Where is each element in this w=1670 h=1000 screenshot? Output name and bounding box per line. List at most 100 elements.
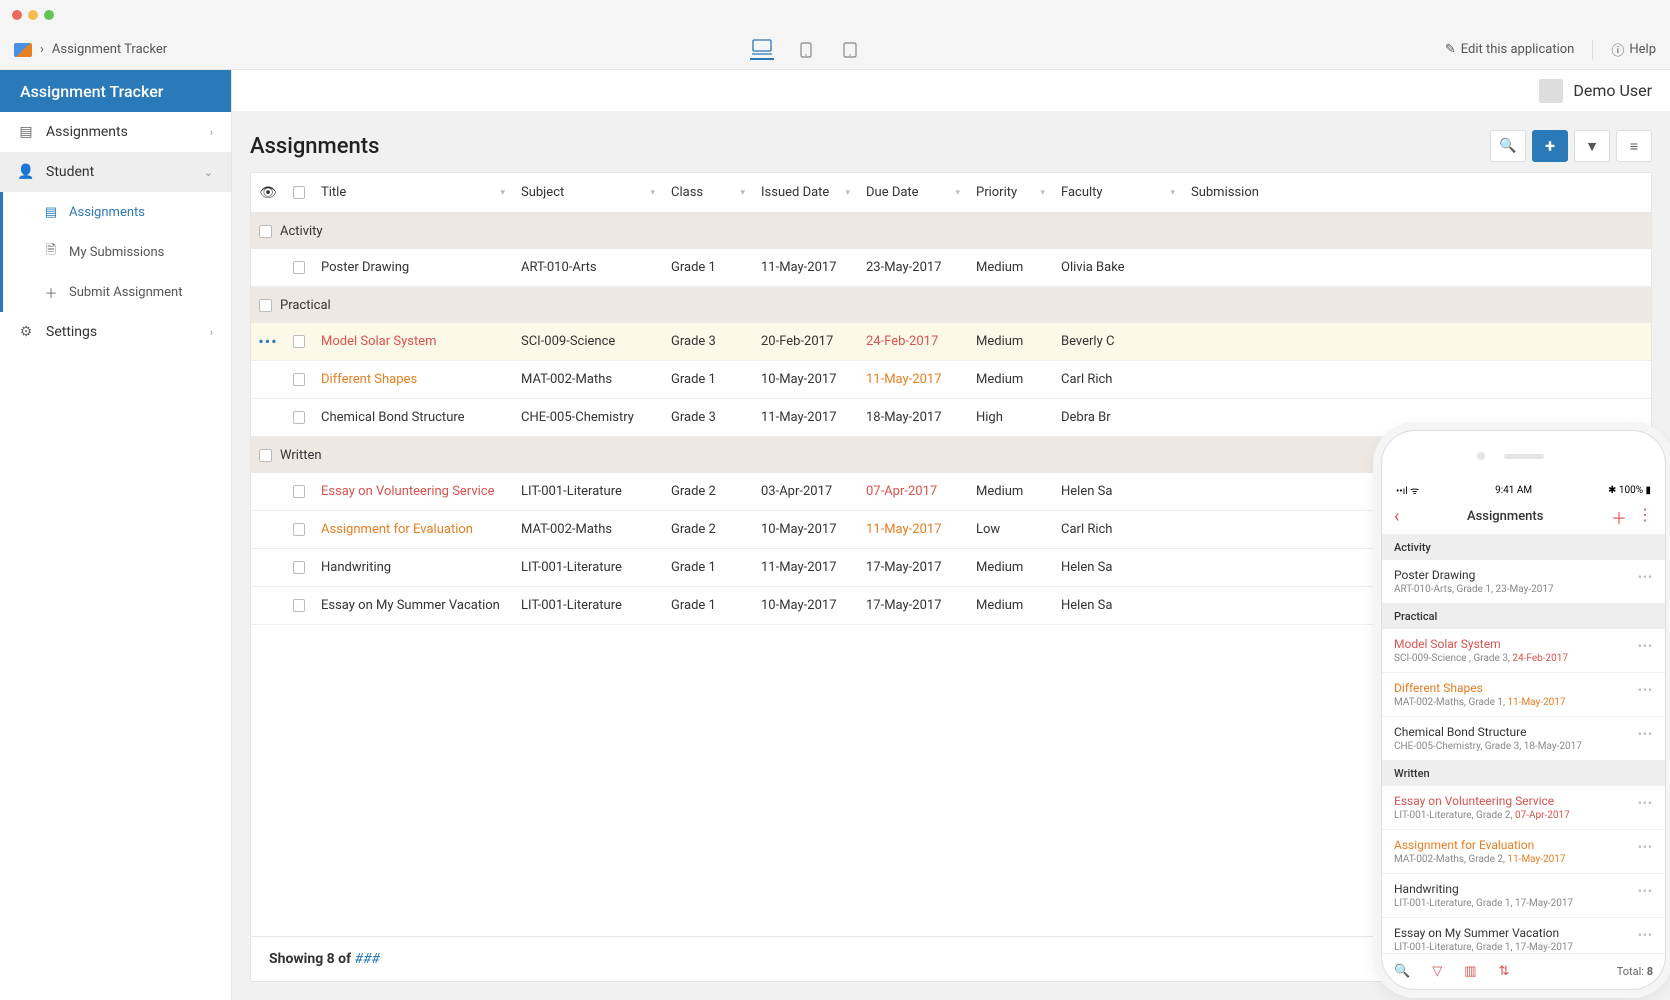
row-checkbox[interactable] (293, 411, 305, 424)
cell-issued: 11-May-2017 (753, 410, 858, 425)
col-faculty[interactable]: Faculty▾ (1053, 185, 1183, 200)
col-submission[interactable]: Submission (1183, 185, 1651, 200)
more-icon[interactable]: ••• (1638, 639, 1653, 653)
sidebar: Assignment Tracker ▤ Assignments › 👤 Stu… (0, 70, 232, 1000)
filter-icon[interactable]: ▽ (1432, 964, 1442, 979)
row-checkbox[interactable] (293, 485, 305, 498)
device-phone[interactable] (838, 40, 862, 60)
cell-due: 11-May-2017 (858, 372, 968, 387)
sidebar-sub-label: Assignments (69, 205, 145, 220)
edit-application[interactable]: ✎ Edit this application (1445, 42, 1575, 57)
device-tablet[interactable] (794, 40, 818, 60)
help[interactable]: ⓘ Help (1611, 40, 1656, 59)
cell-subject: MAT-002-Maths (513, 372, 663, 387)
book-icon: ▤ (18, 124, 34, 140)
sort-icon[interactable]: ⇅ (1498, 964, 1509, 979)
minimize-window[interactable] (28, 10, 38, 20)
row-checkbox[interactable] (293, 561, 305, 574)
col-class[interactable]: Class▾ (663, 185, 753, 200)
more-icon[interactable]: ••• (1638, 796, 1653, 810)
select-all-checkbox[interactable] (293, 186, 305, 199)
eye-icon[interactable]: 👁 (259, 185, 277, 201)
table-row[interactable]: ••• Model Solar System SCI-009-Science G… (251, 323, 1651, 361)
row-checkbox[interactable] (293, 261, 305, 274)
phone-item[interactable]: Poster DrawingART-010-Arts, Grade 1, 23-… (1382, 560, 1665, 604)
row-checkbox[interactable] (293, 335, 305, 348)
plus-icon: + (1545, 136, 1555, 157)
col-title[interactable]: Title▾ (313, 185, 513, 200)
chevron-right-icon: › (210, 126, 213, 139)
breadcrumb-sep: › (40, 42, 44, 57)
user-name[interactable]: Demo User (1573, 81, 1652, 100)
avatar[interactable] (1539, 79, 1563, 103)
phone-item[interactable]: HandwritingLIT-001-Literature, Grade 1, … (1382, 874, 1665, 918)
sidebar-item-settings[interactable]: ⚙ Settings › (0, 312, 231, 352)
more-icon[interactable]: ••• (1638, 727, 1653, 741)
group-activity[interactable]: Activity (251, 213, 1651, 249)
sidebar-item-assignments[interactable]: ▤ Assignments › (0, 112, 231, 152)
search-button[interactable]: 🔍 (1490, 130, 1526, 162)
app-logo (14, 43, 32, 57)
maximize-window[interactable] (44, 10, 54, 20)
phone-group: Written (1382, 761, 1665, 786)
search-icon[interactable]: 🔍 (1394, 964, 1410, 979)
close-window[interactable] (12, 10, 22, 20)
row-checkbox[interactable] (293, 373, 305, 386)
device-desktop[interactable] (750, 40, 774, 60)
group-label: Practical (280, 298, 331, 313)
sidebar-sub-submissions[interactable]: 🗎 My Submissions (3, 232, 231, 272)
phone-group: Activity (1382, 535, 1665, 560)
cell-subject: MAT-002-Maths (513, 522, 663, 537)
window-chrome (0, 0, 1670, 30)
cell-class: Grade 1 (663, 260, 753, 275)
phone-item[interactable]: Assignment for EvaluationMAT-002-Maths, … (1382, 830, 1665, 874)
cell-subject: SCI-009-Science (513, 334, 663, 349)
table-row[interactable]: Poster Drawing ART-010-Arts Grade 1 11-M… (251, 249, 1651, 287)
plus-icon[interactable]: ＋ (1611, 505, 1627, 529)
phone-item[interactable]: Chemical Bond StructureCHE-005-Chemistry… (1382, 717, 1665, 761)
cell-priority: Medium (968, 334, 1053, 349)
sidebar-sub-submit[interactable]: ＋ Submit Assignment (3, 272, 231, 312)
gear-icon: ⚙ (18, 324, 34, 340)
group-checkbox[interactable] (259, 449, 272, 462)
row-checkbox[interactable] (293, 523, 305, 536)
more-icon[interactable]: ••• (1638, 683, 1653, 697)
menu-button[interactable]: ≡ (1616, 130, 1652, 162)
cell-faculty: Olivia Bake (1053, 260, 1183, 275)
phone-item[interactable]: Different ShapesMAT-002-Maths, Grade 1, … (1382, 673, 1665, 717)
edit-label: Edit this application (1461, 42, 1575, 57)
cell-due: 07-Apr-2017 (858, 484, 968, 499)
phone-item[interactable]: Model Solar SystemSCI-009-Science , Grad… (1382, 629, 1665, 673)
table-row[interactable]: Different Shapes MAT-002-Maths Grade 1 1… (251, 361, 1651, 399)
phone-item[interactable]: Essay on Volunteering ServiceLIT-001-Lit… (1382, 786, 1665, 830)
phone-list: Activity Poster DrawingART-010-Arts, Gra… (1382, 535, 1665, 953)
phone-item[interactable]: Essay on My Summer VacationLIT-001-Liter… (1382, 918, 1665, 953)
cell-priority: Medium (968, 260, 1053, 275)
filter-button[interactable]: ▼ (1574, 130, 1610, 162)
group-practical[interactable]: Practical (251, 287, 1651, 323)
row-checkbox[interactable] (293, 599, 305, 612)
phone-time: 9:41 AM (1495, 485, 1532, 496)
col-priority[interactable]: Priority▾ (968, 185, 1053, 200)
columns-icon[interactable]: ▥ (1464, 964, 1476, 979)
more-icon[interactable]: ••• (1638, 570, 1653, 584)
group-checkbox[interactable] (259, 299, 272, 312)
cell-issued: 10-May-2017 (753, 372, 858, 387)
col-subject[interactable]: Subject▾ (513, 185, 663, 200)
more-icon[interactable]: ••• (1638, 840, 1653, 854)
back-icon[interactable]: ‹ (1394, 506, 1399, 527)
col-due[interactable]: Due Date▾ (858, 185, 968, 200)
kebab-icon[interactable]: ⋮ (1637, 505, 1653, 529)
more-icon[interactable]: ••• (1638, 884, 1653, 898)
more-icon[interactable]: ••• (1638, 928, 1653, 942)
cell-priority: Medium (968, 372, 1053, 387)
add-button[interactable]: + (1532, 130, 1568, 162)
row-more-icon[interactable]: ••• (258, 332, 277, 351)
sort-icon: ▾ (1040, 188, 1045, 198)
group-checkbox[interactable] (259, 225, 272, 238)
breadcrumb-app[interactable]: Assignment Tracker (52, 42, 167, 57)
sidebar-item-student[interactable]: 👤 Student ⌄ (0, 152, 231, 192)
sidebar-sub-assignments[interactable]: ▤ Assignments (3, 192, 231, 232)
col-issued[interactable]: Issued Date▾ (753, 185, 858, 200)
phone-group: Practical (1382, 604, 1665, 629)
